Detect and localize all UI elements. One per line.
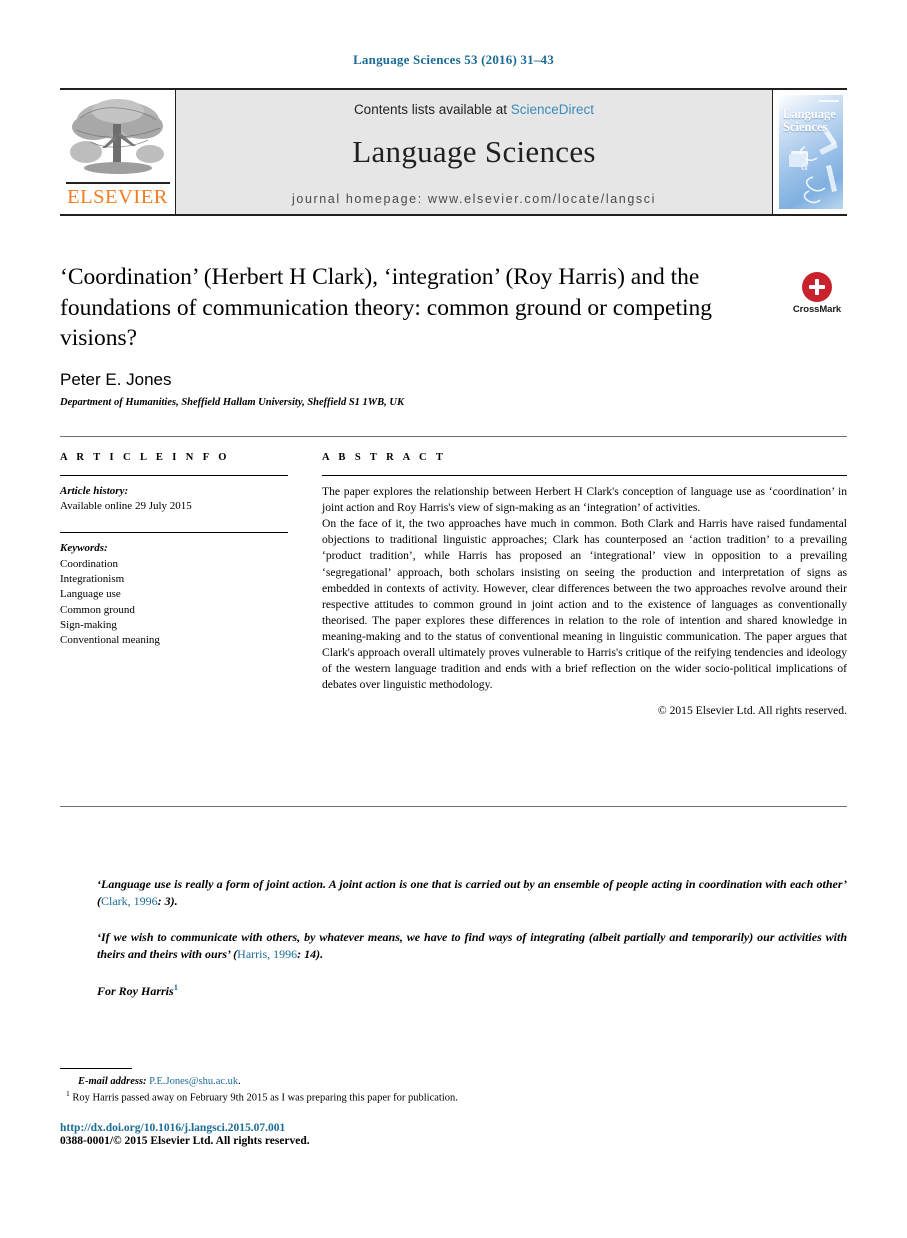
cover-alpha-symbol: α — [801, 159, 809, 174]
journal-homepage-link[interactable]: journal homepage: www.elsevier.com/locat… — [292, 192, 656, 206]
article-page: Language Sciences 53 (2016) 31–43 ELSEVI… — [0, 0, 907, 1238]
email-suffix: . — [238, 1076, 241, 1087]
journal-title: Language Sciences — [352, 134, 596, 169]
dedication-footnote-marker[interactable]: 1 — [174, 982, 178, 992]
dedication: For Roy Harris1 — [97, 982, 847, 999]
quote2-text: ‘If we wish to communicate with others, … — [97, 929, 847, 962]
issn-copyright-line: 0388-0001/© 2015 Elsevier Ltd. All right… — [60, 1135, 310, 1147]
epigraph-quote-harris: ‘If we wish to communicate with others, … — [97, 929, 847, 964]
crossmark-badge[interactable]: CrossMark — [786, 272, 848, 315]
quote1-text: ‘Language use is really a form of joint … — [97, 877, 847, 909]
doi-link[interactable]: http://dx.doi.org/10.1016/j.langsci.2015… — [60, 1122, 310, 1134]
author-affiliation: Department of Humanities, Sheffield Hall… — [60, 397, 404, 408]
footnote-1: 1 Roy Harris passed away on February 9th… — [60, 1089, 760, 1104]
elsevier-wordmark: ELSEVIER — [67, 186, 168, 208]
article-info-heading: A R T I C L E I N F O — [60, 452, 230, 463]
abstract-copyright: © 2015 Elsevier Ltd. All rights reserved… — [657, 704, 847, 718]
cover-title-line2: Sciences — [783, 120, 828, 135]
contents-prefix: Contents lists available at — [353, 102, 511, 117]
abstract-heading: A B S T R A C T — [322, 452, 447, 463]
footer-block: http://dx.doi.org/10.1016/j.langsci.2015… — [60, 1122, 310, 1147]
sciencedirect-link[interactable]: ScienceDirect — [511, 102, 594, 117]
epigraph-section: ‘Language use is really a form of joint … — [97, 876, 847, 999]
footnotes-section: E-mail address: P.E.Jones@shu.ac.uk. 1 R… — [60, 1076, 760, 1104]
email-label: E-mail address: — [78, 1076, 147, 1087]
divider-above-abstract — [60, 436, 847, 437]
contents-available-line: Contents lists available at ScienceDirec… — [354, 102, 594, 117]
keyword-item: Common ground — [60, 603, 135, 616]
crossmark-label: CrossMark — [792, 304, 842, 315]
footnote-1-marker: 1 — [66, 1089, 70, 1098]
cover-title: Language Sciences — [783, 107, 836, 135]
running-head: Language Sciences 53 (2016) 31–43 — [353, 52, 554, 67]
article-info-rule-top — [60, 475, 288, 476]
article-info-section: A R T I C L E I N F O Article history: A… — [60, 452, 288, 649]
dedication-text: For Roy Harris — [97, 983, 174, 998]
page-title: ‘Coordination’ (Herbert H Clark), ‘integ… — [60, 264, 712, 352]
footnote-1-text: Roy Harris passed away on February 9th 2… — [72, 1092, 458, 1104]
keywords-label: Keywords: — [60, 542, 108, 555]
masthead-center: Contents lists available at ScienceDirec… — [175, 90, 773, 214]
footnote-divider — [60, 1068, 132, 1069]
author-name: Peter E. Jones — [60, 370, 172, 389]
keyword-item: Conventional meaning — [60, 634, 160, 647]
keyword-item: Sign-making — [60, 619, 117, 632]
elsevier-rule — [65, 182, 170, 184]
abstract-paragraph: The paper explores the relationship betw… — [322, 485, 847, 515]
citation-link-harris[interactable]: Harris, 1996 — [237, 947, 297, 961]
abstract-section: A B S T R A C T The paper explores the r… — [322, 452, 847, 717]
crossmark-icon — [802, 272, 832, 302]
abstract-rule — [322, 475, 847, 476]
keyword-item: Coordination — [60, 557, 119, 570]
abstract-paragraph: On the face of it, the two approaches ha… — [322, 517, 847, 692]
article-history-value: Available online 29 July 2015 — [60, 500, 192, 513]
divider-below-abstract — [60, 806, 847, 807]
journal-masthead: ELSEVIER Contents lists available at Sci… — [60, 88, 847, 216]
footnote-email: E-mail address: P.E.Jones@shu.ac.uk. — [78, 1076, 760, 1087]
email-link[interactable]: P.E.Jones@shu.ac.uk — [149, 1076, 238, 1087]
citation-link-clark[interactable]: Clark, 1996 — [101, 894, 158, 908]
elsevier-tree-icon — [66, 94, 170, 182]
article-history-label: Article history: — [60, 485, 129, 497]
elsevier-logo: ELSEVIER — [60, 90, 175, 214]
quote2-page: : 14). — [297, 947, 324, 962]
title-block: ‘Coordination’ (Herbert H Clark), ‘integ… — [60, 262, 780, 354]
quote1-page: : 3). — [157, 894, 178, 909]
abstract-body: The paper explores the relationship betw… — [322, 484, 847, 693]
article-info-rule-bottom — [60, 532, 288, 534]
keyword-item: Language use — [60, 588, 121, 601]
keywords-list: Coordination Integrationism Language use… — [60, 557, 288, 649]
journal-cover-thumbnail[interactable]: Language Sciences α — [773, 90, 847, 214]
keyword-item: Integrationism — [60, 572, 125, 585]
cover-top-bar — [819, 100, 839, 102]
cover-title-line1: Language — [783, 107, 836, 121]
epigraph-quote-clark: ‘Language use is really a form of joint … — [97, 876, 847, 911]
